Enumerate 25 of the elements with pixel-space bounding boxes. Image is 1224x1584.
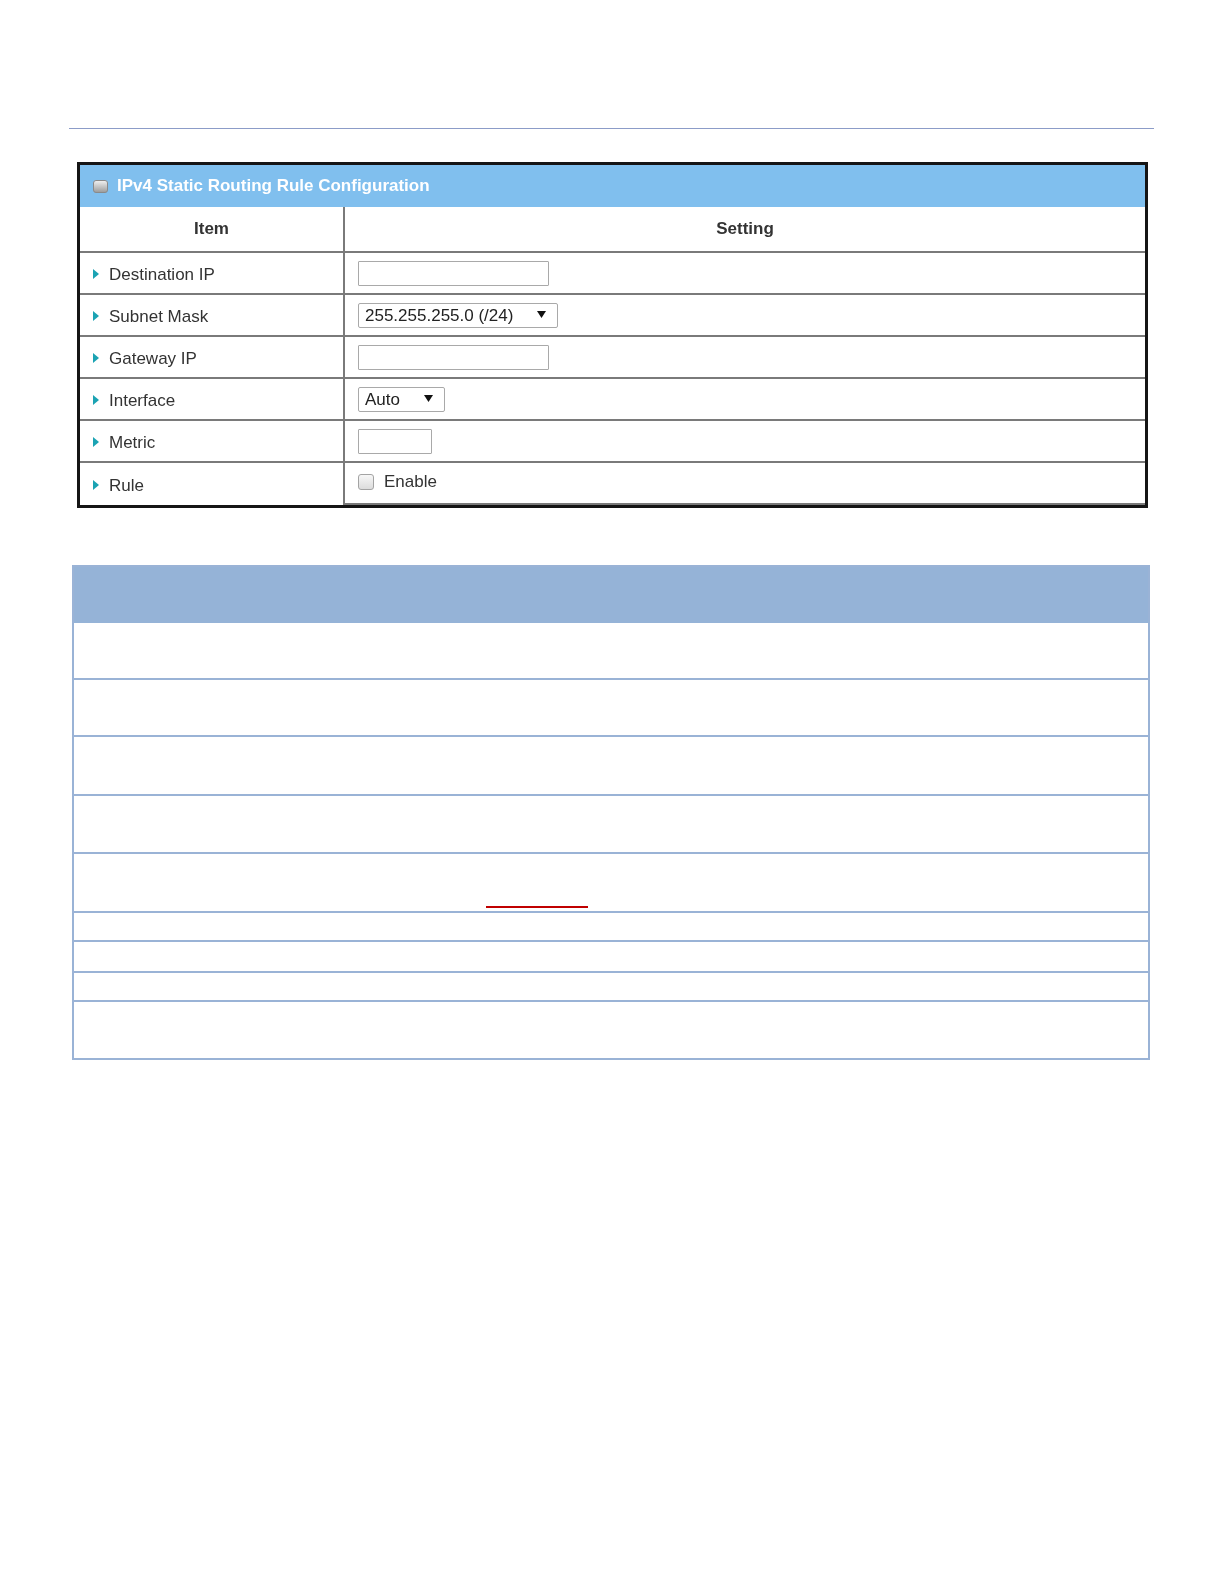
box-icon	[93, 179, 108, 193]
triangle-bullet-icon	[93, 437, 99, 447]
row-label: Destination IP	[109, 265, 215, 285]
caret-icon	[424, 394, 433, 402]
row-label: Metric	[109, 433, 156, 453]
caret-icon	[537, 310, 547, 318]
row-label: Subnet Mask	[109, 307, 209, 327]
checkbox[interactable]	[358, 474, 374, 490]
panel-title: IPv4 Static Routing Rule Configuration	[117, 176, 430, 196]
row-label: Gateway IP	[109, 349, 197, 369]
triangle-bullet-icon	[93, 395, 99, 405]
triangle-bullet-icon	[93, 269, 99, 279]
dropdown-select[interactable]: Auto	[358, 387, 445, 412]
input-field[interactable]	[358, 429, 432, 454]
triangle-bullet-icon	[93, 353, 99, 363]
input-field[interactable]	[358, 345, 549, 370]
dropdown-select[interactable]: 255.255.255.0 (/24)	[358, 303, 559, 328]
column-header: Item	[194, 219, 229, 239]
checkbox-label: Enable	[384, 472, 437, 492]
input-field[interactable]	[358, 261, 549, 286]
column-header: Setting	[716, 219, 774, 239]
row-label: Rule	[109, 476, 144, 496]
triangle-bullet-icon	[93, 480, 99, 490]
row-label: Interface	[109, 391, 176, 411]
triangle-bullet-icon	[93, 311, 99, 321]
